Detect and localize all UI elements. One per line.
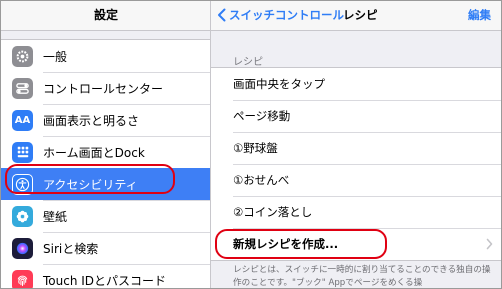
sidebar-item-label: 壁紙 bbox=[43, 209, 68, 224]
sidebar-title: 設定 bbox=[1, 1, 210, 31]
sidebar-item-touch-id-passcode[interactable]: Touch IDとパスコード bbox=[1, 264, 210, 288]
text-size-icon: AA bbox=[12, 109, 33, 131]
toggles-icon bbox=[12, 77, 33, 99]
sidebar-item-control-center[interactable]: コントロールセンター bbox=[1, 72, 210, 104]
gear-icon bbox=[12, 45, 33, 67]
back-button-label: スイッチコントロール bbox=[229, 8, 344, 22]
recipe-item-coin-drop[interactable]: ②コイン落とし bbox=[211, 196, 501, 228]
recipes-footer-note: レシピとは、スイッチに一時的に割り当てることのできる独自の操作のことです。"ブッ… bbox=[233, 265, 491, 288]
recipe-item-label: ページ移動 bbox=[233, 109, 291, 123]
accessibility-icon bbox=[12, 173, 33, 195]
sidebar-item-general[interactable]: 一般 bbox=[1, 40, 210, 72]
fingerprint-icon bbox=[12, 269, 33, 288]
sidebar-item-label: アクセシビリティ bbox=[43, 177, 138, 192]
edit-button[interactable]: 編集 bbox=[468, 7, 491, 23]
recipe-item-label: ②コイン落とし bbox=[233, 205, 313, 219]
recipe-item-tap-center[interactable]: 画面中央をタップ bbox=[211, 68, 501, 100]
section-header: レシピ bbox=[233, 57, 263, 68]
sidebar-item-label: Siriと検索 bbox=[43, 241, 99, 256]
sidebar-item-home-screen-dock[interactable]: ホーム画面とDock bbox=[1, 136, 210, 168]
sidebar-item-display-brightness[interactable]: AA 画面表示と明るさ bbox=[1, 104, 210, 136]
create-new-recipe-button[interactable]: 新規レシピを作成... bbox=[211, 228, 501, 260]
sidebar-item-label: 画面表示と明るさ bbox=[43, 113, 140, 128]
page-title: レシピ bbox=[343, 8, 378, 22]
sidebar-item-label: 一般 bbox=[43, 49, 68, 64]
sidebar-item-label: ホーム画面とDock bbox=[43, 145, 145, 160]
recipe-item-osenbe[interactable]: ①おせんべ bbox=[211, 164, 501, 196]
siri-icon bbox=[12, 237, 33, 259]
recipes-panel: スイッチコントロール レシピ 編集 レシピ 画面中央をタップ ページ移動 ①野球… bbox=[211, 1, 501, 288]
recipe-list: 画面中央をタップ ページ移動 ①野球盤 ①おせんべ ②コイン落とし 新規レシピを… bbox=[211, 67, 501, 261]
recipe-item-label: ①野球盤 bbox=[233, 141, 278, 155]
sidebar-item-label: Touch IDとパスコード bbox=[43, 273, 167, 288]
recipe-item-label: ①おせんべ bbox=[233, 173, 290, 187]
recipe-item-label: 新規レシピを作成... bbox=[233, 237, 339, 251]
settings-list: 一般 コントロールセンター AA 画面表示と明るさ ホーム画面とDock アクセ… bbox=[1, 39, 210, 288]
sidebar-item-accessibility[interactable]: アクセシビリティ bbox=[1, 168, 210, 200]
navigation-bar: スイッチコントロール レシピ 編集 bbox=[211, 1, 501, 31]
chevron-left-icon bbox=[218, 8, 226, 22]
recipe-item-label: 画面中央をタップ bbox=[233, 77, 325, 91]
wallpaper-flower-icon bbox=[12, 205, 33, 227]
sidebar-item-siri-search[interactable]: Siriと検索 bbox=[1, 232, 210, 264]
recipe-item-page-turn[interactable]: ページ移動 bbox=[211, 100, 501, 132]
home-grid-icon bbox=[12, 141, 33, 163]
back-button[interactable]: スイッチコントロール bbox=[217, 6, 344, 24]
window-frame: 設定 一般 コントロールセンター AA 画面表示と明るさ ホーム画面とDock … bbox=[0, 0, 502, 289]
sidebar-item-wallpaper[interactable]: 壁紙 bbox=[1, 200, 210, 232]
sidebar-item-label: コントロールセンター bbox=[43, 81, 164, 96]
chevron-right-icon bbox=[486, 238, 493, 250]
recipe-item-baseball-board[interactable]: ①野球盤 bbox=[211, 132, 501, 164]
settings-sidebar: 設定 一般 コントロールセンター AA 画面表示と明るさ ホーム画面とDock … bbox=[1, 1, 211, 288]
